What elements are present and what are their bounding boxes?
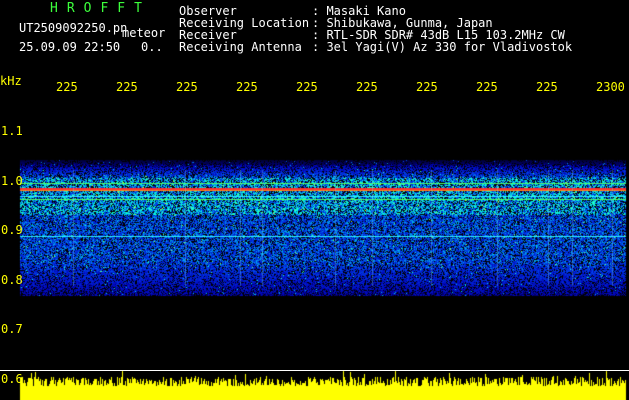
file-type-label: meteor [122,26,166,40]
freq-tick: 0.7 [1,322,23,336]
time-tick: 225 [116,80,138,94]
freq-tick: 0.9 [1,223,23,237]
info-label-antenna: Receiving Antenna [179,40,302,54]
time-tick: 225 [56,80,78,94]
datetime-suffix: 0.. [141,40,163,54]
time-tick: 225 [236,80,258,94]
time-tick: 225 [536,80,558,94]
time-tick: 225 [416,80,438,94]
info-value-antenna: : 3el Yagi(V) Az 330 for Vladivostok [312,40,573,54]
app-title: HROFFT [50,1,151,16]
spectrogram-display [0,0,629,400]
echo-strip-divider [0,370,629,371]
frequency-unit-label: kHz [0,74,22,88]
time-tick: 225 [176,80,198,94]
time-tick: 225 [356,80,378,94]
freq-tick: 1.1 [1,124,23,138]
freq-tick: 1.0 [1,174,23,188]
time-tick: 225 [296,80,318,94]
time-tick: 2300 [596,80,625,94]
freq-tick: 0.6 [1,372,23,386]
freq-tick: 0.8 [1,273,23,287]
observation-datetime: 25.09.09 22:50 [19,40,121,54]
file-name: UT2509092250.pn [19,21,128,35]
time-tick: 225 [476,80,498,94]
